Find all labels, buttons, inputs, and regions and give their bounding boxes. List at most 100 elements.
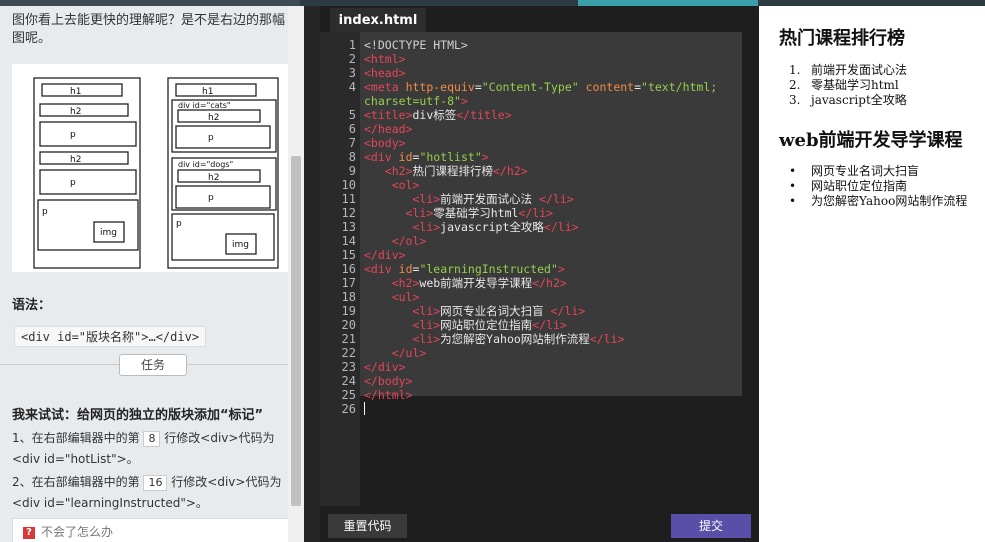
illus-label: p — [208, 193, 214, 203]
code-line: <html> — [364, 52, 406, 66]
line-number: 21 — [341, 332, 356, 346]
code-line: <li>前端开发面试心法 </li> — [412, 192, 574, 206]
line-number: 2 — [348, 52, 356, 66]
preview-list-item: 2. 零基础学习html — [789, 78, 899, 92]
illus-label: img — [232, 240, 249, 250]
line-number: 8 — [348, 150, 356, 164]
code-line: <body> — [364, 136, 406, 150]
help-link[interactable]: ? 不会了怎么办 — [12, 518, 292, 542]
line-number: 7 — [348, 136, 356, 150]
code-line: </html> — [364, 388, 413, 402]
text-cursor — [364, 402, 365, 415]
line-number: 22 — [341, 346, 356, 360]
illus-label: p — [176, 219, 182, 229]
line-number: 19 — [341, 304, 356, 318]
illus-label: h1 — [70, 87, 81, 97]
preview-list-item: • 为您解密Yahoo网站制作流程 — [789, 194, 968, 208]
code-line: <!DOCTYPE HTML> — [364, 38, 468, 52]
illus-label: p — [70, 178, 76, 188]
code-area[interactable]: <!DOCTYPE HTML> <html> <head> <meta http… — [360, 32, 742, 402]
illus-div-label: div id="dogs" — [178, 160, 233, 169]
line-number: 20 — [341, 318, 356, 332]
step-text: 1、在右部编辑器中的第 — [12, 431, 140, 445]
line-number: 5 — [348, 108, 356, 122]
step-text: 2、在右部编辑器中的第 — [12, 475, 140, 489]
code-line: <meta http-equiv="Content-Type" content=… — [364, 80, 718, 94]
line-number: 26 — [341, 402, 356, 416]
preview-list-item: • 网页专业名词大扫盲 — [789, 164, 920, 178]
syntax-label: 语法： — [12, 298, 52, 313]
illus-label: p — [70, 130, 76, 140]
illus-label: p — [42, 207, 48, 217]
line-number: 3 — [348, 66, 356, 80]
task-step: 2、在右部编辑器中的第 16 行修改<div>代码为<div id="learn… — [12, 472, 294, 514]
illus-label: h2 — [208, 113, 219, 123]
code-line: <ul> — [391, 290, 420, 304]
code-line: </body> — [364, 374, 413, 388]
code-line: <head> — [364, 66, 406, 80]
illus-div-label: div id="cats" — [178, 101, 231, 110]
illus-label: p — [208, 133, 214, 143]
line-number: 16 — [341, 262, 356, 276]
task-step: 1、在右部编辑器中的第 8 行修改<div>代码为<div id="hotLis… — [12, 428, 294, 470]
div-comparison-illustration: h1 h2 p h2 p p img h1 div id="cats" h2 p… — [12, 64, 292, 272]
line-number: 18 — [341, 290, 356, 304]
code-line: <h2>web前端开发导学课程</h2> — [391, 276, 567, 290]
illustration-svg: h1 h2 p h2 p p img h1 div id="cats" h2 p… — [33, 77, 279, 269]
question-icon: ? — [23, 526, 35, 539]
code-line: <li>网站职位定位指南</li> — [412, 318, 567, 332]
line-number: 25 — [341, 388, 356, 402]
line-number: 12 — [341, 206, 356, 220]
illus-label: h1 — [202, 87, 213, 97]
code-line: <div id="learningInstructed"> — [364, 262, 565, 276]
lesson-scrollbar[interactable] — [288, 6, 304, 542]
submit-button[interactable]: 提交 — [671, 514, 751, 538]
line-number: 1 — [348, 38, 356, 52]
code-editor: index.html 1 2 3 4 5 6 7 8 9 10 11 12 13 14 15 16 17 18 19… — [320, 6, 759, 542]
preview-list-item: 1. 前端开发面试心法 — [789, 63, 908, 77]
illus-label: h2 — [70, 107, 81, 117]
line-number: 9 — [348, 164, 356, 178]
render-preview: 热门课程排行榜 1. 前端开发面试心法 2. 零基础学习html 3. javascr… — [759, 6, 985, 542]
line-number-badge: 8 — [143, 431, 161, 447]
line-number: 4 — [348, 80, 356, 94]
editor-left-margin — [304, 6, 320, 542]
illus-label: h2 — [70, 155, 81, 165]
illus-label: h2 — [208, 173, 219, 183]
line-number: 13 — [341, 220, 356, 234]
code-line: </ul> — [391, 346, 427, 360]
scrollbar-thumb[interactable] — [291, 156, 301, 506]
line-number-gutter: 1 2 3 4 5 6 7 8 9 10 11 12 13 14 15 16 17 18 19 20 21 22 23 24 2… — [320, 32, 360, 506]
line-number-badge: 16 — [143, 475, 168, 491]
illus-label: img — [100, 228, 117, 238]
task-button[interactable]: 任务 — [119, 354, 187, 376]
lesson-intro-text: 图你看上去能更快的理解呢？是不是右边的那幅图呢。 — [12, 13, 286, 46]
preview-heading-learning: web前端开发导学课程 — [779, 130, 963, 151]
code-line: <div id="hotlist"> — [364, 150, 489, 164]
lesson-panel: 图你看上去能更快的理解呢？是不是右边的那幅图呢。 h1 h2 p h2 p p … — [0, 6, 304, 542]
tab-index-html[interactable]: index.html — [330, 8, 426, 34]
line-number: 11 — [341, 192, 356, 206]
code-line: <ol> — [391, 178, 420, 192]
code-line: </div> — [364, 360, 406, 374]
code-line: </div> — [364, 248, 406, 262]
line-number: 10 — [341, 178, 356, 192]
preview-heading-hotlist: 热门课程排行榜 — [779, 28, 905, 49]
syntax-code: <div id="版块名称">…</div> — [14, 326, 207, 347]
code-line: <h2>热门课程排行榜</h2> — [384, 164, 528, 178]
code-line: <title>div标签</title> — [364, 108, 512, 122]
reset-code-button[interactable]: 重置代码 — [328, 514, 407, 538]
code-line: <li>网页专业名词大扫盲 </li> — [412, 304, 586, 318]
line-number: 14 — [341, 234, 356, 248]
line-number: 17 — [341, 276, 356, 290]
help-text: 不会了怎么办 — [41, 525, 114, 539]
preview-list-item: 3. javascript全攻略 — [789, 93, 907, 107]
code-line: <li>零基础学习html</li> — [405, 206, 554, 220]
code-line: </ol> — [391, 234, 427, 248]
line-number: 23 — [341, 360, 356, 374]
preview-list-item: • 网站职位定位指南 — [789, 179, 908, 193]
code-line: <li>为您解密Yahoo网站制作流程</li> — [412, 332, 625, 346]
code-line: </head> — [364, 122, 413, 136]
line-number: 6 — [348, 122, 356, 136]
line-number: 24 — [341, 374, 356, 388]
